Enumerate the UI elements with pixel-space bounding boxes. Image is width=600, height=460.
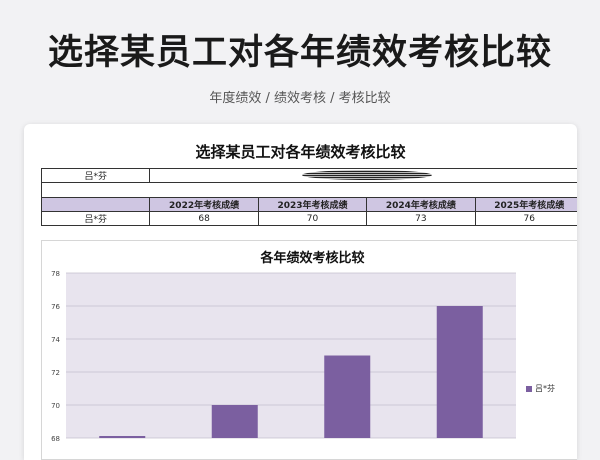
header-cell bbox=[40, 197, 151, 212]
employee-dropdown[interactable] bbox=[149, 168, 577, 183]
sheet-title: 选择某员工对各年绩效考核比较 bbox=[195, 143, 406, 161]
y-tick-label: 68 bbox=[51, 435, 60, 443]
y-tick-label: 76 bbox=[51, 303, 60, 311]
score-cell[interactable]: 68 bbox=[149, 211, 259, 226]
selector-row: 吕*芬 bbox=[40, 168, 577, 183]
y-tick-label: 74 bbox=[51, 336, 60, 344]
y-tick-label: 78 bbox=[51, 270, 60, 278]
table-row: 吕*芬 68 70 73 76 bbox=[40, 211, 577, 226]
y-tick-label: 70 bbox=[51, 402, 60, 410]
chart-plot-area: 68 70 72 74 76 78 bbox=[51, 270, 516, 443]
header-cell: 2023年考核成绩 bbox=[257, 197, 368, 212]
bar[interactable] bbox=[436, 306, 483, 438]
table-header-row: 2022年考核成绩 2023年考核成绩 2024年考核成绩 2025年考核成绩 bbox=[40, 197, 577, 212]
y-tick-label: 72 bbox=[51, 369, 60, 377]
bar[interactable] bbox=[211, 405, 258, 438]
bar[interactable] bbox=[324, 355, 371, 439]
employee-selector-cell[interactable]: 吕*芬 bbox=[40, 168, 151, 183]
header-cell: 2022年考核成绩 bbox=[149, 197, 259, 212]
header-cell: 2024年考核成绩 bbox=[366, 197, 476, 212]
employee-name-cell[interactable]: 吕*芬 bbox=[40, 211, 151, 226]
bar[interactable] bbox=[99, 436, 146, 438]
legend-label: 吕*芬 bbox=[535, 384, 555, 393]
spreadsheet-card: 选择某员工对各年绩效考核比较 吕*芬 2022年考核成绩 2023年考核成绩 2… bbox=[24, 124, 577, 460]
redacted-dropdown-icon bbox=[301, 170, 432, 181]
chart-legend: 吕*芬 bbox=[526, 383, 555, 394]
score-cell[interactable]: 70 bbox=[257, 211, 368, 226]
spacer-row bbox=[41, 182, 577, 198]
page-subtitle: 年度绩效 / 绩效考核 / 考核比较 bbox=[209, 91, 391, 106]
spacer-cell bbox=[41, 182, 577, 198]
header-cell: 2025年考核成绩 bbox=[474, 197, 577, 212]
legend-swatch-icon bbox=[526, 385, 532, 392]
bar-chart[interactable]: 各年绩效考核比较 68 70 72 74 76 78 吕*芬 bbox=[41, 240, 577, 460]
score-cell[interactable]: 73 bbox=[366, 211, 476, 226]
page-title: 选择某员工对各年绩效考核比较 bbox=[47, 33, 552, 73]
score-cell[interactable]: 76 bbox=[474, 211, 577, 226]
score-table: 吕*芬 2022年考核成绩 2023年考核成绩 2024年考核成绩 2025年考… bbox=[40, 168, 577, 226]
